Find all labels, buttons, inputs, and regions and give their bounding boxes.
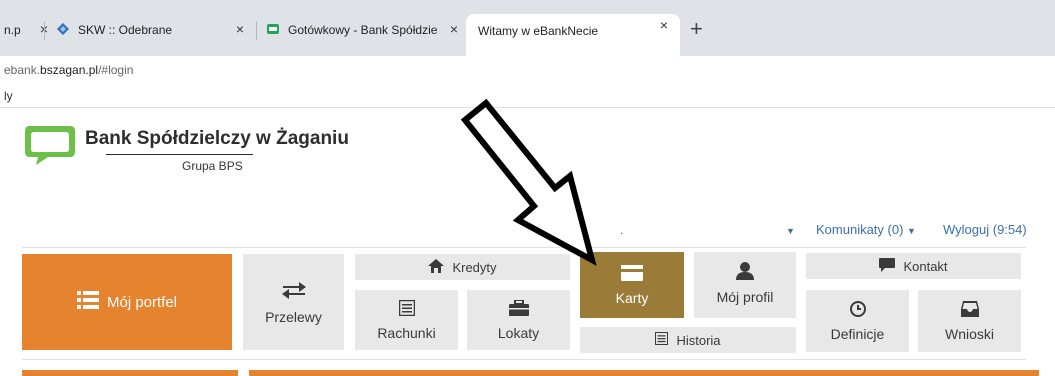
briefcase-icon [508,298,529,319]
tile-label: Mój profil [716,289,774,305]
new-tab-button[interactable]: + [690,18,703,40]
tile-history[interactable]: Historia [580,327,796,353]
close-icon[interactable]: × [450,21,458,37]
tile-contact[interactable]: Kontakt [806,253,1021,279]
inbox-icon [960,300,979,320]
tab-separator [44,22,45,40]
browser-tab-active[interactable]: Witamy w eBankNecie × [466,14,680,56]
bank-name: Bank Spółdzielczy w Żaganiu [85,128,349,149]
tile-label: Historia [676,332,721,348]
tile-definitions[interactable]: Definicje [806,290,909,352]
url-prefix: ebank. [4,63,41,77]
document-list-icon [398,299,415,319]
divider [22,359,1026,360]
tile-accounts[interactable]: Rachunki [355,290,458,350]
list-icon [76,291,99,313]
bank-favicon-icon [266,22,280,39]
document-list-icon [655,331,669,348]
tile-deposits[interactable]: Lokaty [467,290,570,350]
tab-label: SKW :: Odebrane [78,23,173,37]
tile-requests[interactable]: Wnioski [918,290,1021,352]
credit-card-icon [621,264,643,284]
close-icon[interactable]: × [660,17,668,33]
browser-tab-3[interactable]: Gotówkowy - Bank Spółdzielczy × [266,14,462,46]
tile-label: Mój portfel [106,293,178,311]
clock-icon [849,300,866,320]
close-icon[interactable]: × [236,21,244,37]
tile-label: Przelewy [265,308,322,325]
url-path: /#login [98,63,134,77]
annotation-arrow-icon [460,98,600,273]
chat-bubble-icon [879,257,896,275]
tile-portfolio[interactable]: Mój portfel [22,254,232,350]
tab-label: Gotówkowy - Bank Spółdzielczy [288,23,438,37]
messages-label: Komunikaty (0) [816,222,904,237]
orange-bar [249,370,1039,376]
bank-logo-icon[interactable] [22,122,78,173]
chevron-down-icon: ▼ [786,226,795,236]
skw-favicon-icon [56,22,70,39]
user-placeholder: . [620,223,624,237]
address-bar[interactable]: ebank.bszagan.pl/#login [0,56,1055,86]
bank-group: Grupa BPS [182,159,243,173]
home-icon [428,258,445,276]
tile-label: Wnioski [944,325,994,342]
tile-label: Lokaty [497,324,540,341]
url-domain: bszagan.pl [40,63,99,77]
messages-link[interactable]: Komunikaty (0) ▼ [816,222,916,237]
tab-label: n.p [4,23,21,37]
tab-label: Witamy w eBankNecie [478,24,599,38]
tile-label: Definicje [830,325,885,342]
tile-label: Kontakt [903,258,948,274]
tab-separator [256,22,257,40]
browser-tab-2[interactable]: SKW :: Odebrane × [56,14,252,46]
transfer-arrows-icon [281,280,307,303]
user-icon [736,262,754,283]
user-dropdown[interactable]: ▼ [786,222,795,237]
tile-profile[interactable]: Mój profil [694,252,796,318]
logout-link[interactable]: Wyloguj (9:54) [943,222,1027,237]
tile-label: Rachunki [377,324,436,341]
url-text[interactable]: ebank.bszagan.pl/#login [4,63,133,77]
bank-name-underline [106,154,253,155]
browser-tab-bar: n.p × SKW :: Odebrane × Gotówkowy - Bank… [0,0,1055,56]
tile-transfers[interactable]: Przelewy [243,254,344,350]
bookmark-item[interactable]: ly [4,89,13,103]
tile-label: Karty [615,289,649,306]
chevron-down-icon: ▼ [907,226,916,236]
orange-bar [22,370,238,376]
